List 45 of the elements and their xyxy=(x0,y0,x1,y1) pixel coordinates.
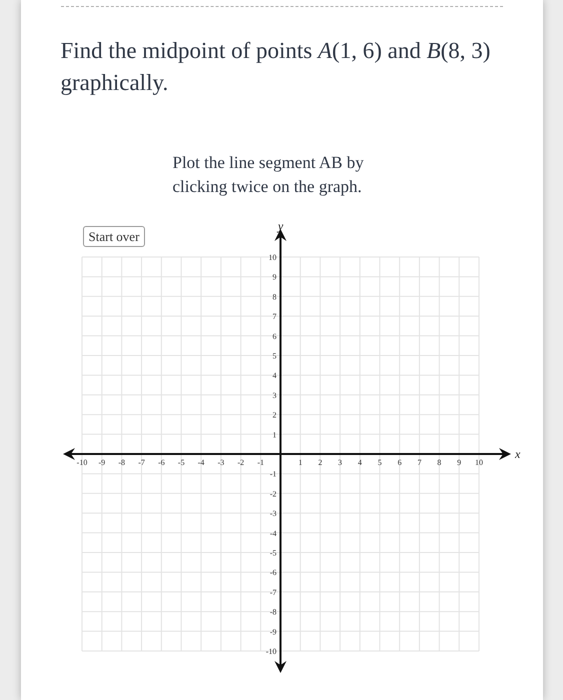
tick-label: 3 xyxy=(272,390,276,400)
tick-label: 8 xyxy=(272,292,276,302)
tick-label: 10 xyxy=(268,253,276,262)
tick-label: 1 xyxy=(298,458,302,467)
tick-label: 7 xyxy=(416,458,421,467)
tick-label: -9 xyxy=(269,627,276,636)
tick-label: 5 xyxy=(377,458,382,467)
tick-label: -10 xyxy=(265,647,276,656)
tick-label: 5 xyxy=(272,352,276,360)
tick-label: 4 xyxy=(272,371,276,380)
start-over-button[interactable]: Start over xyxy=(82,226,146,247)
axis-label: y xyxy=(277,221,283,233)
tick-label: -4 xyxy=(197,458,204,467)
tick-label: -7 xyxy=(269,588,276,597)
tick-label: -9 xyxy=(98,458,105,467)
tick-label: 9 xyxy=(456,458,461,467)
tick-label: 8 xyxy=(436,458,441,467)
tick-label: -1 xyxy=(256,458,264,467)
tick-label: -6 xyxy=(158,458,164,467)
tick-label: -8 xyxy=(269,608,276,617)
tick-label: 10 xyxy=(474,458,482,467)
tick-label: -7 xyxy=(138,458,144,467)
tick-label: -2 xyxy=(236,458,244,467)
tick-label: 4 xyxy=(357,458,362,467)
tick-label: -3 xyxy=(217,458,224,467)
tick-label: -4 xyxy=(269,528,276,538)
tick-label: 6 xyxy=(397,458,402,467)
tick-label: 9 xyxy=(272,272,276,282)
question-text: Find the midpoint of points A(1, 6) and B(8, 3) graphically. xyxy=(60,37,492,97)
tick-label: 2 xyxy=(318,458,322,467)
tick-label: 3 xyxy=(338,458,342,467)
tick-label: -1 xyxy=(269,470,276,479)
tick-label: -3 xyxy=(269,509,276,518)
tick-label: -5 xyxy=(269,548,276,558)
instruction-text: Plot the line segment AB by clicking twice on the graph. xyxy=(172,152,365,198)
tick-label: -8 xyxy=(118,458,125,467)
tick-label: 1 xyxy=(272,430,276,440)
tick-label: 2 xyxy=(272,410,276,420)
tick-label: -5 xyxy=(177,458,184,467)
tick-label: -6 xyxy=(269,568,276,578)
tick-label: -2 xyxy=(269,489,276,498)
tick-label: -10 xyxy=(76,458,87,467)
tick-label: 7 xyxy=(272,312,276,322)
axis-label: x xyxy=(514,447,520,461)
tick-label: 6 xyxy=(272,332,276,341)
